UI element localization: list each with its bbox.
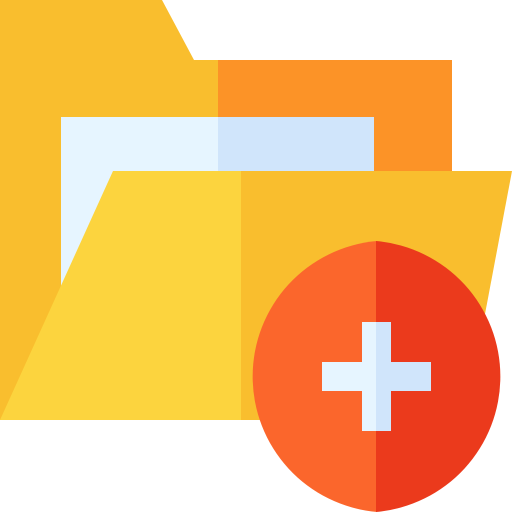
icon-canvas: [0, 0, 512, 512]
add-folder-icon: [0, 0, 512, 512]
